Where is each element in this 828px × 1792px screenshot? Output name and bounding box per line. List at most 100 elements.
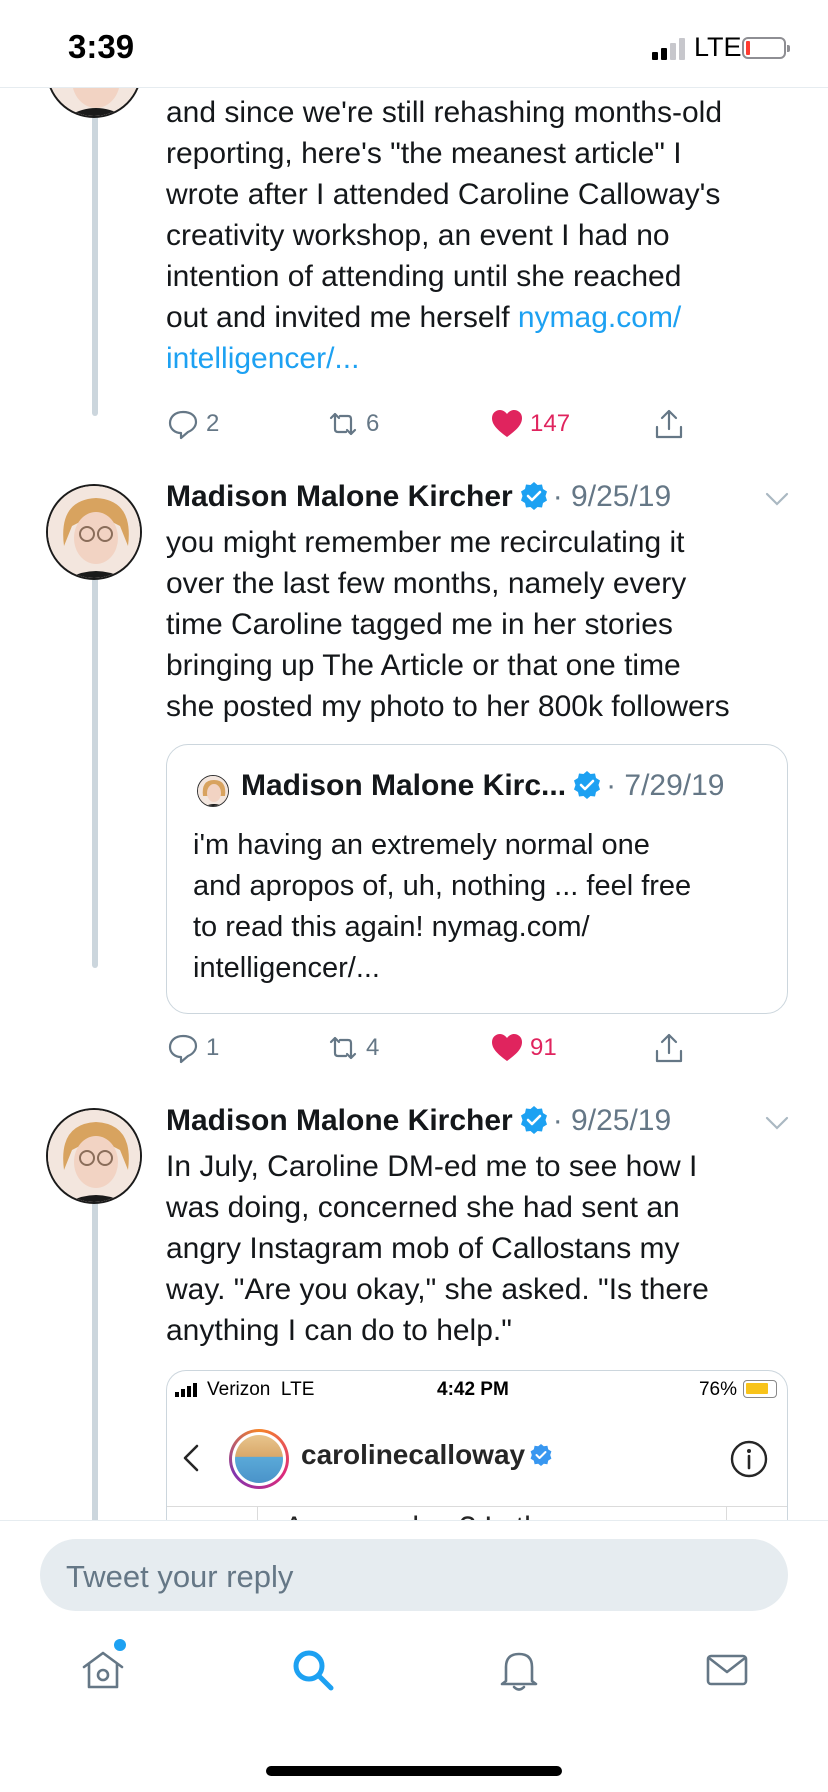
- dm-username-text: carolinecalloway: [301, 1439, 526, 1470]
- notifications-icon[interactable]: [494, 1645, 544, 1695]
- home-icon[interactable]: [78, 1645, 128, 1695]
- embedded-time: 4:42 PM: [437, 1379, 509, 1400]
- reply-icon: [168, 410, 198, 440]
- tweet-date: · 9/25/19: [552, 1104, 672, 1137]
- like-count: 91: [530, 1034, 557, 1061]
- cellular-signal-icon: [652, 38, 685, 60]
- tweet-header: Madison Malone Kircher · 9/25/19: [166, 480, 671, 522]
- quoted-text: i'm having an extremely normal one and a…: [193, 825, 763, 989]
- retweet-button[interactable]: 6: [326, 404, 379, 444]
- tweet-link[interactable]: intelligencer/...: [166, 342, 359, 375]
- tweet-date: · 9/25/19: [552, 480, 672, 513]
- tweet-line: bringing up The Article or that one time: [166, 649, 681, 682]
- messages-icon[interactable]: [702, 1645, 752, 1695]
- thread-connector: [92, 114, 98, 416]
- retweet-icon: [329, 1036, 357, 1060]
- tweet-line: intention of attending until she reached: [166, 260, 682, 293]
- quoted-line: i'm having an extremely normal one: [193, 829, 650, 861]
- tweet-body: you might remember me recirculating it o…: [166, 522, 806, 727]
- tweet-thread[interactable]: and since we're still rehashing months-o…: [0, 88, 828, 1520]
- quoted-tweet[interactable]: Madison Malone Kirc... · 7/29/19 i'm havi…: [166, 744, 788, 1014]
- retweet-count: 6: [366, 410, 380, 437]
- dm-username: carolinecalloway: [301, 1439, 553, 1471]
- heart-icon: [492, 1034, 522, 1061]
- tweet-link[interactable]: nymag.com/: [518, 301, 681, 334]
- share-icon: [655, 409, 683, 439]
- embedded-carrier: Verizon LTE: [207, 1379, 315, 1400]
- embedded-status-bar: Verizon LTE 4:42 PM 76%: [167, 1371, 787, 1407]
- network-type: LTE: [694, 32, 742, 62]
- verified-badge-icon: [520, 482, 547, 510]
- tweet-line: you might remember me recirculating it: [166, 526, 685, 559]
- tweet-line: she posted my photo to her 800k follower…: [166, 690, 730, 723]
- reply-count: 2: [206, 410, 220, 437]
- battery-icon: [743, 1380, 777, 1398]
- cellular-signal-icon: [175, 1383, 197, 1397]
- like-button[interactable]: 91: [490, 1028, 557, 1068]
- tweet-line: out and invited me herself: [166, 301, 518, 334]
- tweet-line: and since we're still rehashing months-o…: [166, 96, 723, 129]
- avatar[interactable]: [46, 1108, 142, 1204]
- tweet-header: Madison Malone Kircher · 9/25/19: [166, 1104, 671, 1146]
- avatar[interactable]: [46, 88, 142, 118]
- reply-input[interactable]: Tweet your reply: [40, 1539, 788, 1611]
- tweet-line: time Caroline tagged me in her stories: [166, 608, 673, 641]
- retweet-icon: [329, 412, 357, 436]
- quoted-line: and apropos of, uh, nothing ... feel fre…: [193, 870, 692, 902]
- verified-badge-icon: [574, 771, 601, 799]
- heart-icon: [492, 410, 522, 437]
- instagram-dm-header: carolinecalloway: [167, 1411, 787, 1507]
- tweet-body: In July, Caroline DM-ed me to see how I …: [166, 1146, 806, 1351]
- bottom-bar: Tweet your reply: [0, 1520, 828, 1792]
- status-time: 3:39: [68, 28, 135, 65]
- reply-button[interactable]: 2: [166, 404, 219, 444]
- share-icon: [655, 1033, 683, 1063]
- chevron-down-icon[interactable]: [764, 1110, 790, 1136]
- tweet-actions: 1 4 91: [166, 1028, 726, 1068]
- user-avatar-icon: [198, 776, 228, 806]
- quoted-author-name: Madison Malone Kirc...: [241, 769, 567, 802]
- tweet-line: creativity workshop, an event I had no: [166, 219, 670, 252]
- story-ring-avatar: [229, 1429, 289, 1489]
- tweet-line: reporting, here's "the meanest article" …: [166, 137, 682, 170]
- tweet-line: In July, Caroline DM-ed me to see how I: [166, 1150, 698, 1183]
- user-avatar-icon: [48, 486, 140, 578]
- tweet-actions: 2 6 147: [166, 404, 726, 444]
- dm-message-preview: Are you okay? Is there: [257, 1507, 727, 1520]
- user-avatar-icon: [48, 88, 140, 116]
- tweet-line: way. "Are you okay," she asked. "Is ther…: [166, 1273, 709, 1306]
- tweet-image[interactable]: Verizon LTE 4:42 PM 76% carolinecalloway…: [166, 1370, 788, 1520]
- tweet-line: anything I can do to help.": [166, 1314, 512, 1347]
- quoted-header: Madison Malone Kirc... · 7/29/19: [241, 769, 724, 803]
- search-icon[interactable]: [288, 1645, 338, 1695]
- quoted-line: intelligencer/...: [193, 952, 380, 984]
- tweet-body: and since we're still rehashing months-o…: [166, 92, 806, 379]
- quoted-avatar: [197, 775, 229, 807]
- thread-connector: [92, 532, 98, 968]
- reply-button[interactable]: 1: [166, 1028, 219, 1068]
- like-button[interactable]: 147: [490, 404, 570, 444]
- battery-icon: [742, 37, 790, 59]
- chevron-down-icon[interactable]: [764, 486, 790, 512]
- info-icon: [730, 1440, 768, 1478]
- quoted-line: to read this again! nymag.com/: [193, 911, 590, 943]
- tweet-line: was doing, concerned she had sent an: [166, 1191, 680, 1224]
- reply-icon: [168, 1034, 198, 1064]
- home-indicator[interactable]: [266, 1766, 562, 1776]
- verified-badge-icon: [530, 1444, 552, 1466]
- ios-status-bar: 3:39 LTE: [0, 0, 828, 88]
- author-name[interactable]: Madison Malone Kircher: [166, 480, 513, 513]
- embedded-battery-percent: 76%: [698, 1379, 737, 1400]
- tweet-line: wrote after I attended Caroline Calloway…: [166, 178, 721, 211]
- like-count: 147: [530, 410, 571, 437]
- user-avatar-icon: [48, 1110, 140, 1202]
- avatar[interactable]: [46, 484, 142, 580]
- tweet-line: angry Instagram mob of Callostans my: [166, 1232, 680, 1265]
- share-button[interactable]: [652, 1028, 692, 1068]
- share-button[interactable]: [652, 404, 692, 444]
- quoted-date: · 7/29/19: [606, 769, 725, 802]
- author-name[interactable]: Madison Malone Kircher: [166, 1104, 513, 1137]
- verified-badge-icon: [520, 1106, 547, 1134]
- retweet-button[interactable]: 4: [326, 1028, 379, 1068]
- retweet-count: 4: [366, 1034, 380, 1061]
